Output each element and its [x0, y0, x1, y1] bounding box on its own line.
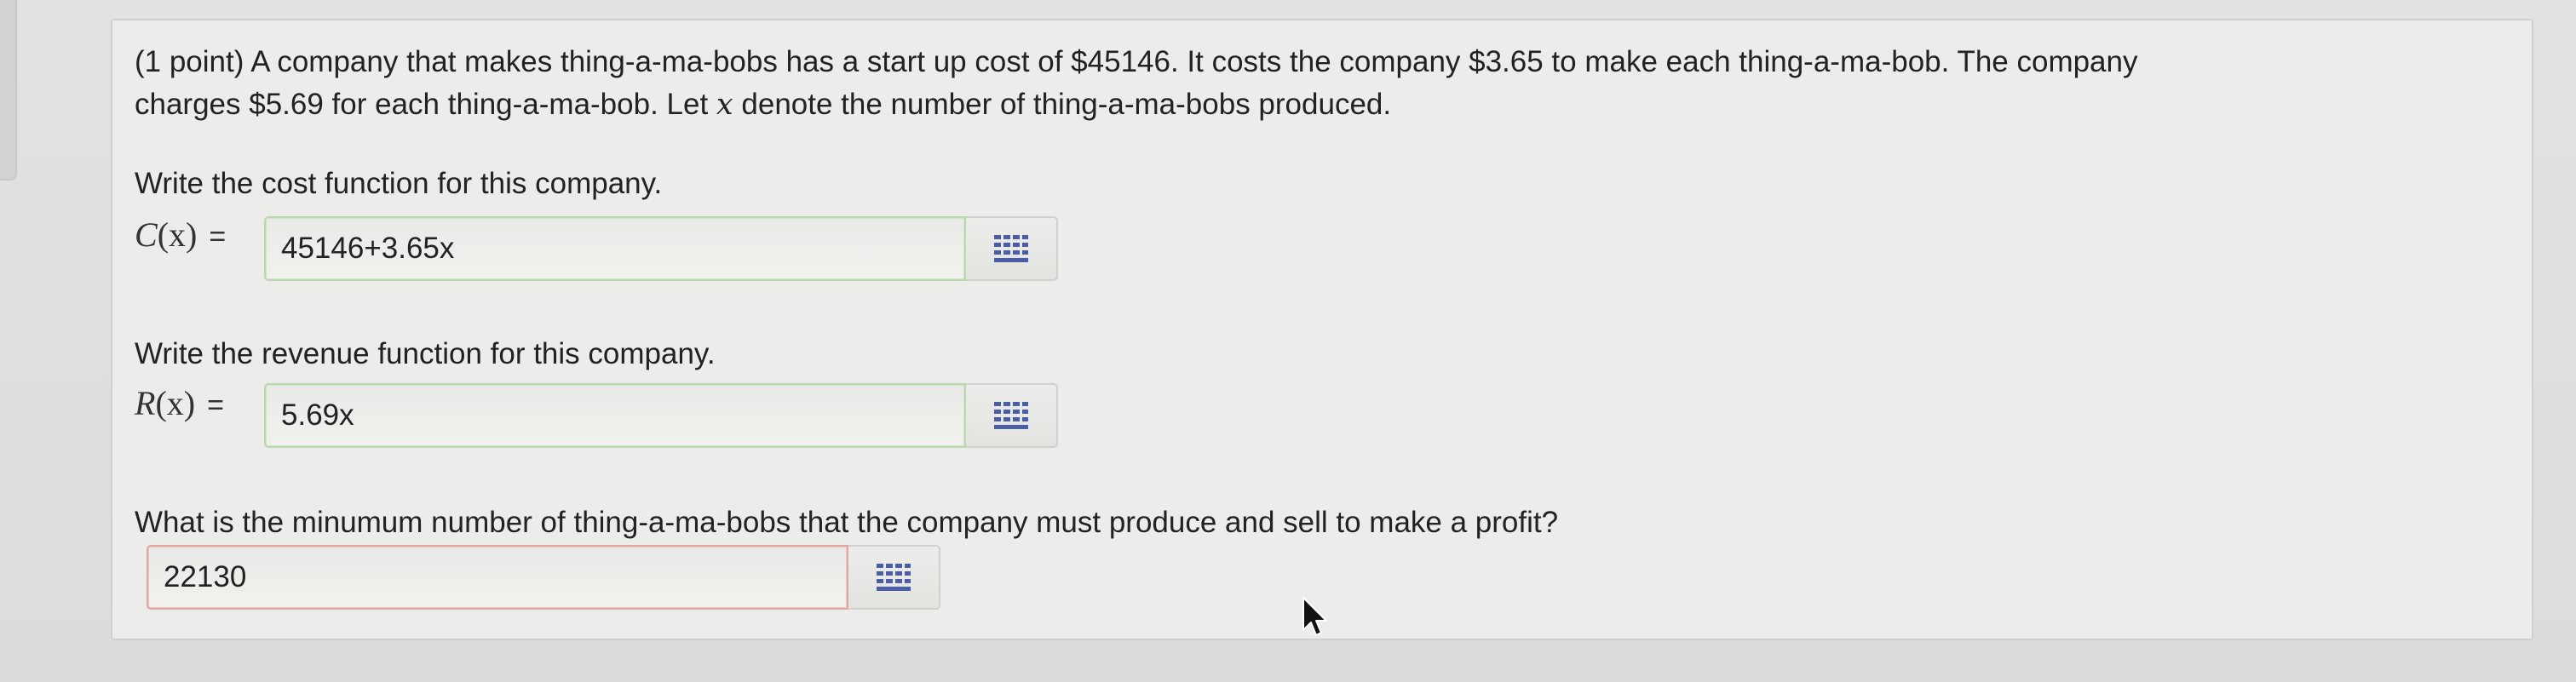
grid-icon: [994, 235, 1028, 262]
break-even-quantity-input[interactable]: [147, 545, 848, 610]
cost-function-label: C(x) =: [135, 215, 226, 255]
revenue-question: Write the revenue function for this comp…: [135, 337, 716, 370]
side-panel-tab[interactable]: [0, 0, 17, 181]
problem-statement: (1 point) A company that makes thing-a-m…: [135, 41, 2486, 126]
variable-x: x: [716, 88, 733, 122]
revenue-function-label: R(x) =: [135, 383, 224, 423]
revenue-function-arg: (x): [155, 384, 196, 422]
points-label: (1 point): [135, 45, 244, 78]
cost-function-input[interactable]: [264, 216, 966, 281]
revenue-function-input[interactable]: [264, 383, 966, 448]
profit-equation-editor-button[interactable]: [848, 545, 940, 610]
grid-icon: [994, 402, 1028, 429]
cost-question: Write the cost function for this company…: [135, 167, 663, 200]
screen: (1 point) A company that makes thing-a-m…: [0, 0, 2576, 682]
cost-equals-sign: =: [209, 221, 227, 253]
grid-icon: [877, 564, 911, 591]
intro-line-2-start: charges $5.69 for each thing-a-ma-bob. L…: [135, 88, 716, 121]
cost-function-arg: (x): [157, 215, 198, 254]
revenue-function-name: R: [135, 384, 156, 422]
problem-panel: (1 point) A company that makes thing-a-m…: [111, 19, 2533, 640]
revenue-equals-sign: =: [207, 389, 224, 421]
intro-line-2-end: denote the number of thing-a-ma-bobs pro…: [733, 88, 1392, 121]
mouse-cursor-icon: [1302, 597, 1327, 636]
cost-function-name: C: [135, 215, 158, 254]
intro-line-1: A company that makes thing-a-ma-bobs has…: [250, 45, 2138, 78]
cost-equation-editor-button[interactable]: [966, 216, 1058, 281]
profit-question: What is the minumum number of thing-a-ma…: [135, 506, 1559, 539]
revenue-equation-editor-button[interactable]: [966, 383, 1058, 448]
